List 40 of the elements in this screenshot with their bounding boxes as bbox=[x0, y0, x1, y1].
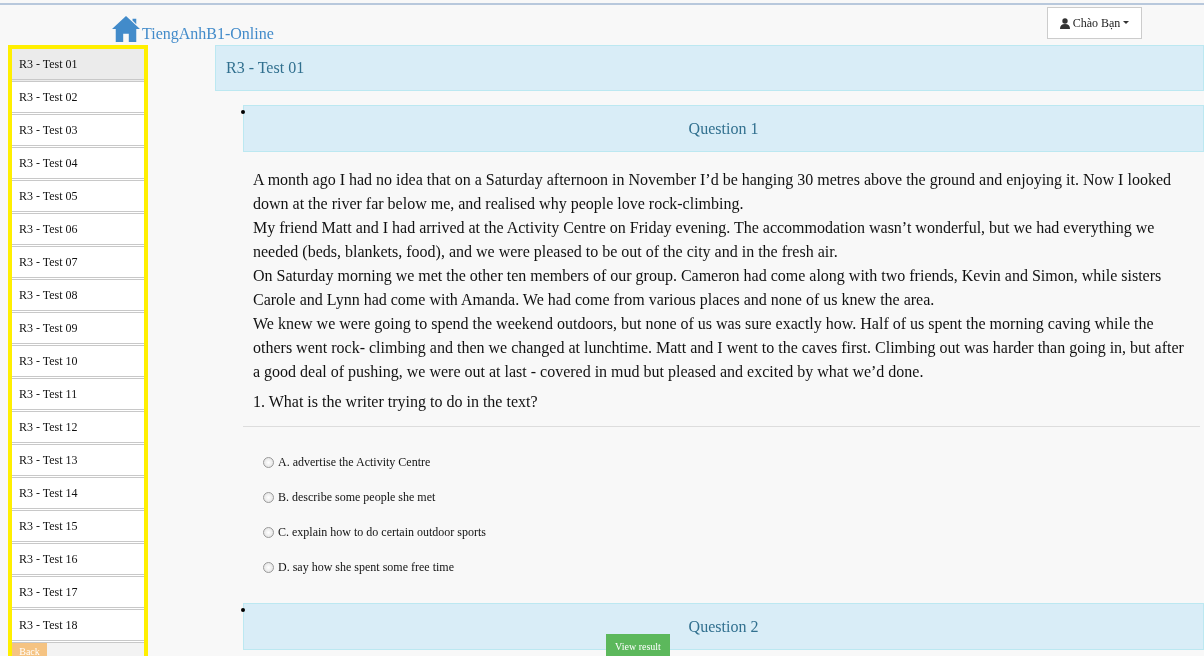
bullet-icon bbox=[241, 110, 245, 114]
sidebar-item[interactable]: R3 - Test 15 bbox=[12, 511, 144, 544]
radio-button[interactable] bbox=[263, 562, 274, 573]
sidebar-item[interactable]: R3 - Test 07 bbox=[12, 247, 144, 280]
sidebar-item[interactable]: R3 - Test 02 bbox=[12, 82, 144, 115]
page-title: R3 - Test 01 bbox=[215, 45, 1204, 91]
question-text: 1. What is the writer trying to do in the text? bbox=[253, 392, 539, 413]
passage-paragraph: A month ago I had no idea that on a Saturday afternoon in November I’d be hanging 30 metres above the ground and enjoying it. Now I looked down at the river far below me, and realised why people love rock-climbing. bbox=[253, 170, 1172, 215]
sidebar-item[interactable]: R3 - Test 16 bbox=[12, 544, 144, 577]
sidebar-item[interactable]: R3 - Test 10 bbox=[12, 346, 144, 379]
home-icon[interactable] bbox=[110, 15, 142, 43]
radio-button[interactable] bbox=[263, 457, 274, 468]
site-logo[interactable]: TiengAnhB1-Online bbox=[142, 25, 274, 43]
sidebar-item[interactable]: R3 - Test 17 bbox=[12, 577, 144, 610]
sidebar-item[interactable]: R3 - Test 06 bbox=[12, 214, 144, 247]
answer-option[interactable]: C. explain how to do certain outdoor sports bbox=[263, 515, 486, 550]
answer-option[interactable]: A. advertise the Activity Centre bbox=[263, 445, 431, 480]
user-menu-button[interactable]: Chào Bạn bbox=[1047, 7, 1142, 39]
user-icon bbox=[1059, 17, 1070, 29]
sidebar-item[interactable]: R3 - Test 12 bbox=[12, 412, 144, 445]
caret-icon bbox=[1123, 21, 1130, 25]
sidebar-item[interactable]: R3 - Test 03 bbox=[12, 115, 144, 148]
sidebar-item[interactable]: R3 - Test 09 bbox=[12, 313, 144, 346]
sidebar-item[interactable]: R3 - Test 08 bbox=[12, 280, 144, 313]
passage-paragraph: My friend Matt and I had arrived at the Activity Centre on Friday evening. The accommodation wasn’t wonderful, but we had everything we needed (beds, blankets, food), and we were pleased to be out of the city and in the fresh air. bbox=[253, 218, 1156, 263]
sidebar-item[interactable]: R3 - Test 04 bbox=[12, 148, 144, 181]
sidebar-item[interactable]: R3 - Test 01 bbox=[12, 49, 144, 82]
bullet-icon bbox=[241, 608, 245, 612]
sidebar-item[interactable]: R3 - Test 14 bbox=[12, 478, 144, 511]
passage-paragraph: On Saturday morning we met the other ten members of our group. Cameron had come along with two friends, Kevin and Simon, while sisters Carole and Lynn had come with Amanda. We had come from various places and none of us knew the area. bbox=[253, 266, 1163, 311]
answer-option[interactable]: D. say how she spent some free time bbox=[263, 550, 454, 585]
passage-paragraph: We knew we were going to spend the weekend outdoors, but none of us was sure exactly how. Half of us spent the morning caving while the others went rock- climbing and then we changed at lunchtime. Matt and I went to the caves first. Climbing out was harder than going in, but after a good deal of pushing, we were out at last - covered in mud but pleased and excited by what we’d done. bbox=[253, 314, 1185, 383]
sidebar-item[interactable]: R3 - Test 13 bbox=[12, 445, 144, 478]
sidebar-item[interactable]: R3 - Test 11 bbox=[12, 379, 144, 412]
sidebar-item[interactable]: R3 - Test 05 bbox=[12, 181, 144, 214]
sidebar-item[interactable]: R3 - Test 18 bbox=[12, 610, 144, 643]
question-header: Question 1 bbox=[243, 105, 1204, 152]
radio-button[interactable] bbox=[263, 492, 274, 503]
radio-button[interactable] bbox=[263, 527, 274, 538]
answer-option[interactable]: B. describe some people she met bbox=[263, 480, 436, 515]
